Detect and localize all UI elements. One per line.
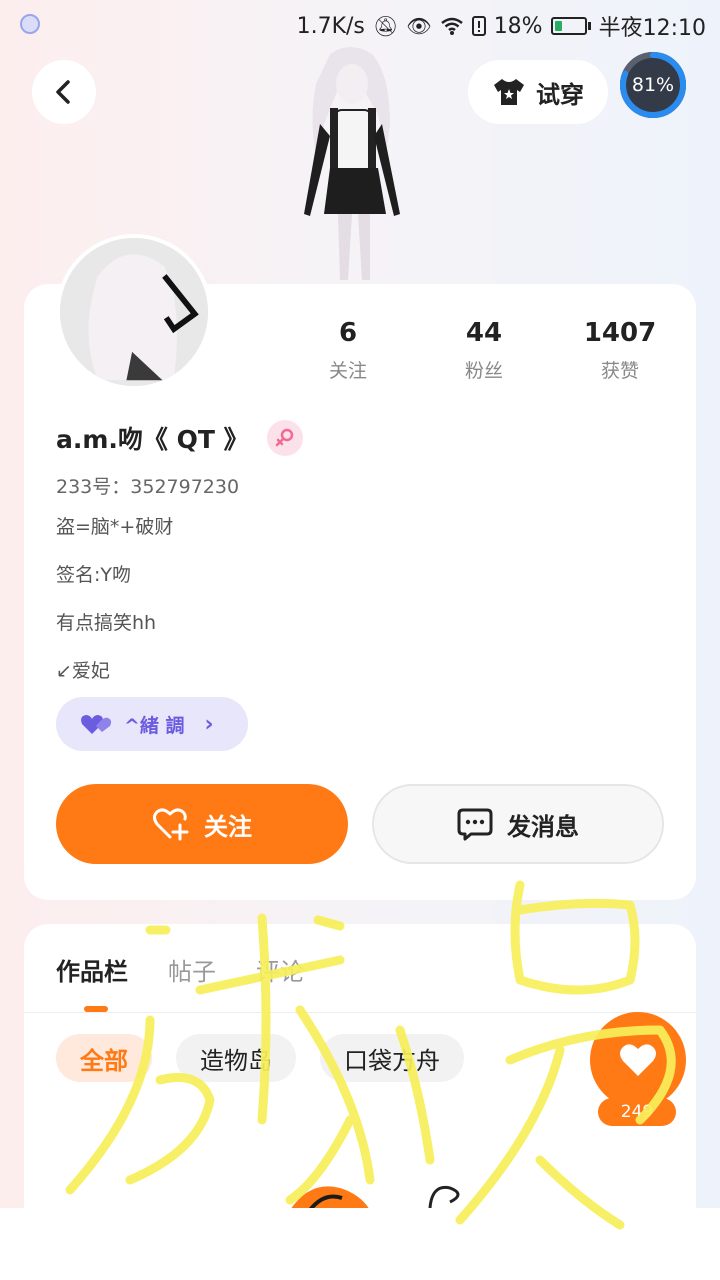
relationship-tag-chip[interactable]: ^緒 調 › — [56, 697, 248, 751]
message-button[interactable]: 发消息 — [372, 784, 664, 864]
follow-button[interactable]: 关注 — [56, 784, 348, 864]
stat-followers[interactable]: 44 粉丝 — [416, 318, 552, 383]
stat-value: 6 — [338, 318, 358, 348]
chevron-left-icon — [56, 80, 70, 104]
back-button[interactable] — [32, 60, 96, 124]
heart-icon — [620, 1044, 656, 1076]
username: a.m.吻《 QT 》 — [56, 425, 249, 454]
status-bar: 1.7K/s 🔕︎ 👁︎ 18% 半夜12:10 — [0, 0, 720, 50]
tag-label: ^緒 調 — [124, 714, 185, 737]
battery-icon — [550, 17, 591, 35]
filter-creation-island[interactable]: 造物岛 — [176, 1034, 296, 1082]
stat-label: 粉丝 — [464, 360, 503, 382]
stat-following[interactable]: 6 关注 — [280, 318, 416, 383]
tryon-button[interactable]: 试穿 — [468, 60, 608, 124]
stat-value: 1407 — [583, 318, 657, 348]
stat-label: 获赞 — [600, 360, 639, 382]
profile-stats: 6 关注 44 粉丝 1407 获赞 — [280, 318, 680, 383]
avatar-character-figure — [304, 47, 400, 280]
mute-icon: 🔕︎ — [372, 14, 399, 38]
avatar[interactable] — [56, 234, 212, 390]
tab-works[interactable]: 作品栏 — [56, 952, 128, 987]
bottom-area — [0, 1208, 720, 1280]
username-row: a.m.吻《 QT 》 — [56, 420, 303, 456]
eye-icon: 👁︎ — [406, 14, 432, 38]
female-icon — [275, 428, 293, 447]
filter-pocket-ark[interactable]: 口袋方舟 — [320, 1034, 464, 1082]
chat-bubble-icon — [457, 808, 493, 841]
tab-comments[interactable]: 评论 — [256, 952, 304, 987]
clock: 半夜12:10 — [598, 16, 706, 41]
filter-all[interactable]: 全部 — [56, 1034, 152, 1082]
bio-line: ↙爱妃 — [56, 660, 110, 682]
double-heart-icon — [81, 715, 112, 734]
bio-line: 签名:Y吻 — [56, 564, 132, 586]
status-indicators: 1.7K/s 🔕︎ 👁︎ 18% 半夜12:10 — [297, 10, 706, 42]
tab-posts[interactable]: 帖子 — [168, 952, 216, 987]
stat-likes[interactable]: 1407 获赞 — [552, 318, 688, 383]
music-app-icon — [20, 14, 40, 34]
gender-badge — [266, 420, 303, 456]
divider — [24, 1012, 696, 1013]
network-speed: 1.7K/s — [296, 13, 365, 39]
tryon-label: 试穿 — [536, 80, 584, 109]
account-id: 233号：352797230 — [56, 476, 240, 498]
message-label: 发消息 — [507, 812, 579, 841]
wifi-icon — [440, 17, 463, 35]
bio-line: 盗=脑*+破财 — [56, 516, 174, 538]
avatar-image — [60, 238, 208, 386]
bio-line: 有点搞笑hh — [56, 612, 157, 634]
like-button[interactable] — [590, 1012, 686, 1108]
chevron-right-icon: › — [204, 711, 214, 737]
tshirt-icon — [494, 79, 524, 105]
stat-label: 关注 — [328, 360, 367, 382]
stat-value: 44 — [465, 318, 503, 348]
follow-label: 关注 — [204, 812, 252, 841]
progress-label: 81% — [631, 74, 675, 96]
sim-alert-icon — [471, 16, 486, 36]
work-thumbnail-peek[interactable] — [290, 1180, 480, 1210]
like-count: 249 — [598, 1098, 676, 1126]
battery-percent: 18% — [493, 13, 543, 39]
filter-chips: 全部 造物岛 口袋方舟 — [56, 1034, 464, 1082]
heart-plus-icon — [153, 808, 189, 841]
content-tabs: 作品栏 帖子 评论 — [56, 952, 304, 987]
